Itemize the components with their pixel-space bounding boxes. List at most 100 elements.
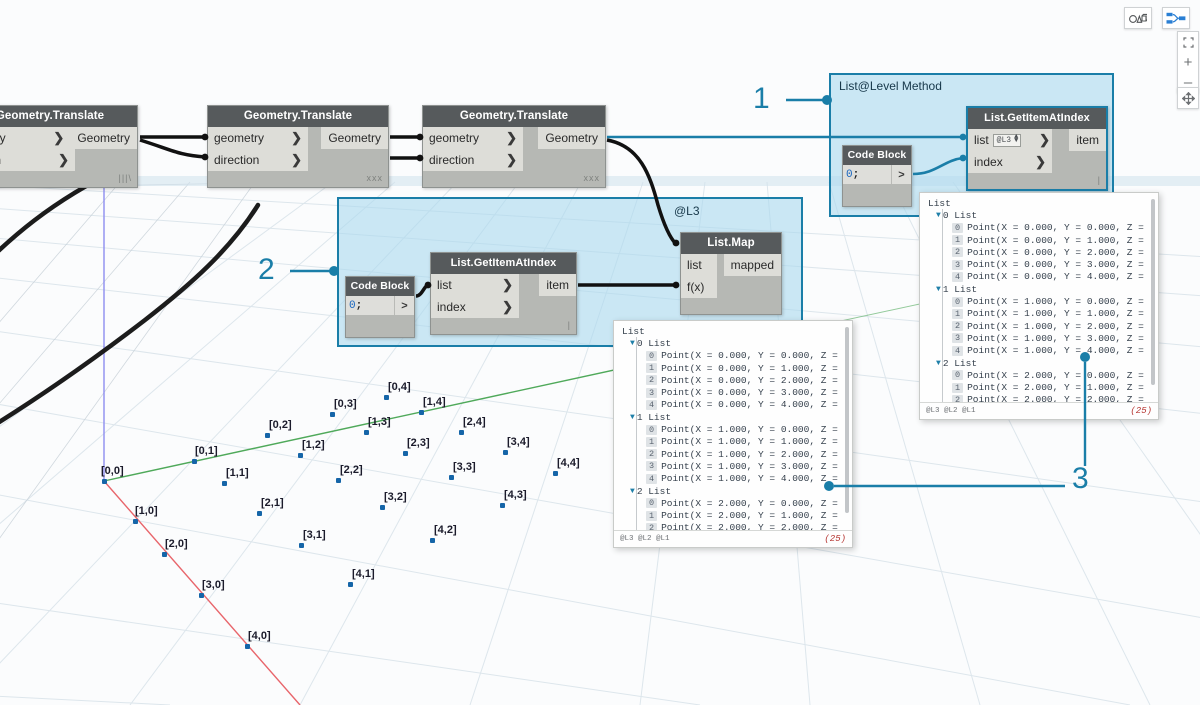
- preview-item-value: Point(X = 1.000, Y = 4.000, Z =: [967, 345, 1144, 356]
- chevron-right-icon: ❯: [1039, 132, 1050, 148]
- geometry-point: [298, 453, 303, 458]
- group-level-tag: @L3: [674, 204, 700, 218]
- preview-sublist-header[interactable]: ▼2 List: [620, 485, 852, 497]
- preview-item-value: Point(X = 1.000, Y = 2.000, Z =: [967, 321, 1144, 332]
- zoom-to-fit-icon: [1183, 37, 1194, 48]
- node-code-block-mid[interactable]: Code Block 0; >: [345, 276, 415, 338]
- input-port-list[interactable]: list ❯: [431, 274, 519, 296]
- output-port-geometry[interactable]: Geometry: [538, 127, 605, 149]
- output-port-geometry[interactable]: Geometry: [70, 127, 137, 149]
- caret-down-icon[interactable]: ▼: [936, 285, 941, 294]
- list-level-selector[interactable]: @L3 ▲▼: [993, 134, 1022, 147]
- preview-item-row: 1Point(X = 2.000, Y = 1.000, Z =: [620, 509, 852, 521]
- group-title: List@Level Method: [831, 75, 1112, 97]
- input-port-index[interactable]: index ❯: [968, 151, 1052, 173]
- preview-item-row: 3Point(X = 1.000, Y = 3.000, Z =: [620, 460, 852, 472]
- caret-down-icon[interactable]: ▼: [936, 211, 941, 220]
- preview-item-row: 2Point(X = 2.000, Y = 2.000, Z =: [926, 394, 1158, 402]
- input-port-fx[interactable]: f(x): [681, 276, 717, 298]
- preview-sublist-header[interactable]: ▼0 List: [620, 337, 852, 349]
- view-toggle-toolbar[interactable]: [1124, 7, 1152, 29]
- geometry-point: [348, 582, 353, 587]
- graph-view-toggle[interactable]: [1163, 8, 1189, 28]
- input-port-direction[interactable]: direction ❯: [208, 149, 308, 171]
- viewport-nav-controls[interactable]: + –: [1177, 31, 1199, 93]
- preview-item-value: Point(X = 2.000, Y = 2.000, Z =: [967, 394, 1144, 402]
- preview-item-index: 1: [952, 383, 963, 393]
- code-terminator: ;: [356, 300, 363, 312]
- node-footer: xxx: [423, 171, 605, 187]
- viewport-pan-control[interactable]: [1177, 87, 1199, 109]
- output-port[interactable]: >: [394, 296, 414, 315]
- input-port-geometry[interactable]: geometry ❯: [208, 127, 308, 149]
- preview-item-index: 2: [646, 375, 657, 385]
- preview-item-value: Point(X = 1.000, Y = 3.000, Z =: [661, 461, 838, 472]
- preview-tree[interactable]: List▼0 List0Point(X = 0.000, Y = 0.000, …: [920, 193, 1158, 402]
- data-preview-panel-upper[interactable]: List▼0 List0Point(X = 0.000, Y = 0.000, …: [919, 192, 1159, 420]
- preview-item-index: 0: [646, 425, 657, 435]
- node-list-map[interactable]: List.Map list mapped f(x): [680, 232, 782, 315]
- chevron-right-icon: ❯: [291, 130, 302, 146]
- preview-item-value: Point(X = 1.000, Y = 3.000, Z =: [967, 333, 1144, 344]
- geometry-point: [330, 412, 335, 417]
- input-port-direction[interactable]: ection ❯: [0, 149, 75, 171]
- zoom-to-fit-button[interactable]: [1178, 32, 1198, 52]
- input-port-geometry[interactable]: ometry ❯: [0, 127, 70, 149]
- preview-item-row: 2Point(X = 1.000, Y = 2.000, Z =: [926, 320, 1158, 332]
- output-port[interactable]: >: [891, 165, 911, 184]
- zoom-in-button[interactable]: +: [1178, 52, 1198, 72]
- preview-item-index: 0: [646, 498, 657, 508]
- caret-down-icon[interactable]: ▼: [630, 413, 635, 422]
- geometry-point: [257, 511, 262, 516]
- input-port-direction[interactable]: direction ❯: [423, 149, 523, 171]
- node-geometry-translate-3[interactable]: Geometry.Translate geometry ❯ Geometry d…: [422, 105, 606, 188]
- node-list-getitematindex-top[interactable]: List.GetItemAtIndex list @L3 ▲▼ ❯ item i…: [966, 106, 1108, 191]
- preview-item-value: Point(X = 0.000, Y = 0.000, Z =: [967, 222, 1144, 233]
- caret-down-icon[interactable]: ▼: [936, 359, 941, 368]
- level-spinner-icon[interactable]: ▲▼: [1014, 136, 1018, 144]
- output-port-geometry[interactable]: Geometry: [321, 127, 388, 149]
- preview-item-index: 1: [646, 363, 657, 373]
- pan-move-icon: [1182, 92, 1195, 105]
- preview-tree[interactable]: List▼0 List0Point(X = 0.000, Y = 0.000, …: [614, 321, 852, 530]
- port-label: index: [437, 300, 466, 314]
- preview-item-value: Point(X = 2.000, Y = 0.000, Z =: [967, 370, 1144, 381]
- caret-down-icon[interactable]: ▼: [630, 339, 635, 348]
- graph-view-toolbar[interactable]: [1162, 7, 1190, 29]
- input-port-list[interactable]: list: [681, 254, 717, 276]
- preview-item-row: 0Point(X = 1.000, Y = 0.000, Z =: [926, 295, 1158, 307]
- preview-scrollbar[interactable]: [845, 327, 849, 513]
- preview-sublist-header[interactable]: ▼1 List: [926, 283, 1158, 295]
- preview-scrollbar[interactable]: [1151, 199, 1155, 385]
- preview-footer: @L3 @L2 @L1 (25): [920, 402, 1158, 419]
- output-port-item[interactable]: item: [1069, 129, 1106, 151]
- preview-sublist-header[interactable]: ▼1 List: [620, 411, 852, 423]
- geometry-point: [503, 450, 508, 455]
- preview-count: (25): [824, 534, 846, 544]
- node-geometry-translate-1[interactable]: Geometry.Translate ometry ❯ Geometry ect…: [0, 105, 138, 188]
- data-preview-panel-lower[interactable]: List▼0 List0Point(X = 0.000, Y = 0.000, …: [613, 320, 853, 548]
- geometry-view-toggle[interactable]: [1125, 8, 1151, 28]
- preview-sublist-label: 2 List: [637, 486, 671, 497]
- input-port-geometry[interactable]: geometry ❯: [423, 127, 523, 149]
- preview-sublist-header[interactable]: ▼2 List: [926, 357, 1158, 369]
- preview-item-index: 4: [952, 272, 963, 282]
- input-port-list[interactable]: list @L3 ▲▼ ❯: [968, 129, 1052, 151]
- preview-item-value: Point(X = 0.000, Y = 4.000, Z =: [661, 399, 838, 410]
- input-port-index[interactable]: index ❯: [431, 296, 519, 318]
- caret-down-icon[interactable]: ▼: [630, 487, 635, 496]
- pan-button[interactable]: [1178, 88, 1198, 108]
- ground-grid-secondary: [0, 182, 300, 705]
- preview-item-row: 4Point(X = 0.000, Y = 4.000, Z =: [620, 399, 852, 411]
- preview-sublist-label: 1 List: [637, 412, 671, 423]
- geometry-point: [299, 543, 304, 548]
- node-list-getitematindex-mid[interactable]: List.GetItemAtIndex list ❯ item index ❯ …: [430, 252, 577, 335]
- code-block-input[interactable]: 0;: [843, 165, 891, 184]
- geometry-point: [245, 644, 250, 649]
- output-port-item[interactable]: item: [539, 274, 576, 296]
- output-port-mapped[interactable]: mapped: [724, 254, 781, 276]
- preview-sublist-header[interactable]: ▼0 List: [926, 209, 1158, 221]
- node-geometry-translate-2[interactable]: Geometry.Translate geometry ❯ Geometry d…: [207, 105, 389, 188]
- code-block-input[interactable]: 0;: [346, 296, 394, 315]
- node-code-block-top[interactable]: Code Block 0; >: [842, 145, 912, 207]
